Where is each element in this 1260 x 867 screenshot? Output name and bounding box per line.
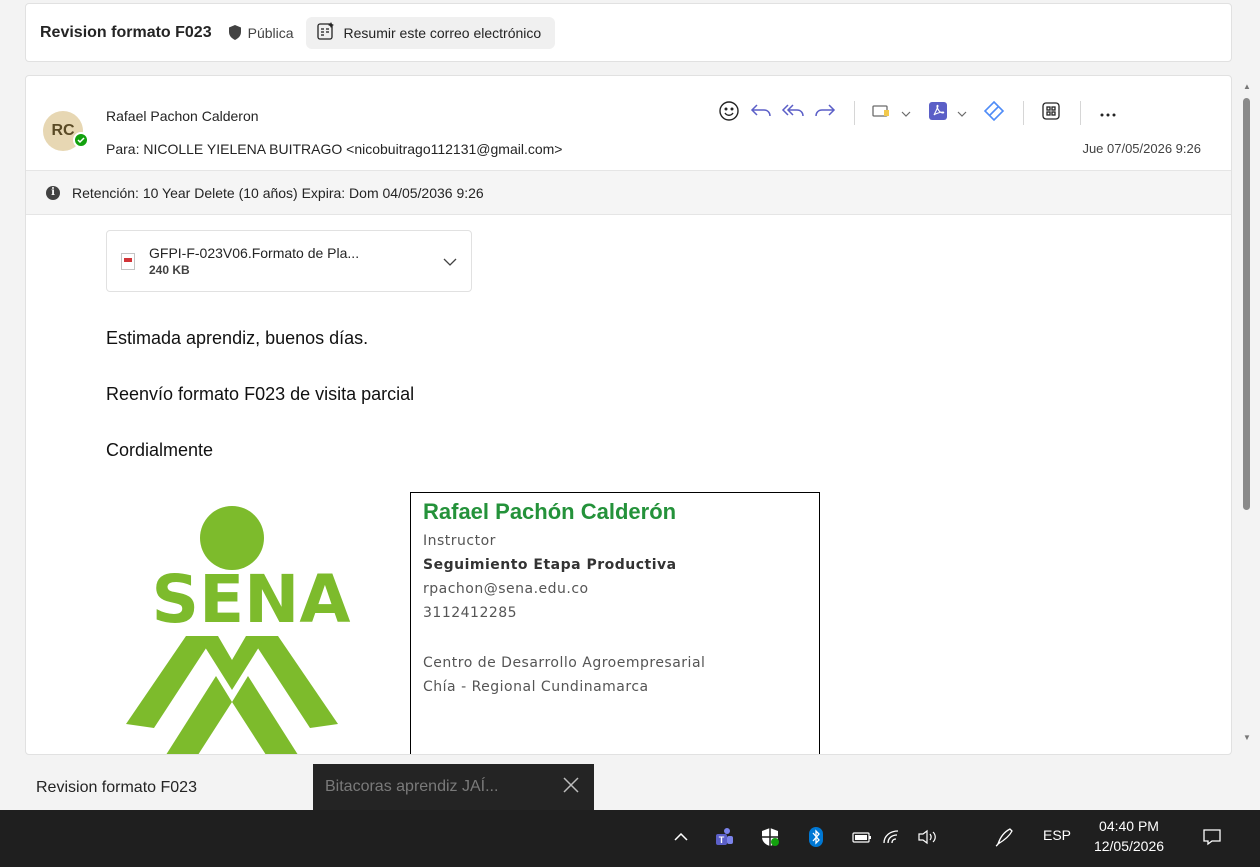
summarize-label: Resumir este correo electrónico xyxy=(343,24,542,41)
signature-region: Chía - Regional Cundinamarca xyxy=(423,679,649,695)
retention-banner: i Retención: 10 Year Delete (10 años) Ex… xyxy=(26,170,1231,215)
summarize-icon xyxy=(316,21,336,44)
presence-available-icon xyxy=(73,132,89,148)
wifi-icon[interactable] xyxy=(880,825,904,849)
reply-all-icon xyxy=(781,102,805,125)
adobe-pdf-button[interactable] xyxy=(923,98,953,128)
recipients-line[interactable]: Para: NICOLLE YIELENA BUITRAGO <nicobuit… xyxy=(106,141,562,157)
scroll-down-icon[interactable]: ▼ xyxy=(1242,733,1252,743)
body-greeting: Estimada aprendiz, buenos días. xyxy=(106,328,369,348)
loop-icon xyxy=(983,100,1005,127)
close-icon[interactable] xyxy=(562,776,580,799)
body-closing: Cordialmente xyxy=(106,440,214,460)
tag-icon xyxy=(872,103,892,124)
chevron-down-icon xyxy=(957,104,967,122)
toolbar-divider xyxy=(854,101,855,125)
clock-time: 04:40 PM xyxy=(1099,818,1159,834)
loop-button[interactable] xyxy=(979,98,1009,128)
forward-icon xyxy=(814,102,836,125)
signature-department: Seguimiento Etapa Productiva xyxy=(423,557,677,573)
notification-icon[interactable] xyxy=(1200,825,1224,849)
reply-icon xyxy=(750,102,772,125)
visibility-label: Pública xyxy=(247,24,294,41)
attachment-name: GFPI-F-023V06.Formato de Pla... xyxy=(149,245,360,261)
reply-all-button[interactable] xyxy=(778,98,808,128)
categorize-dropdown[interactable] xyxy=(899,98,913,128)
scrollbar-thumb[interactable] xyxy=(1243,98,1250,510)
smiley-icon xyxy=(718,100,740,127)
attachment-size: 240 KB xyxy=(149,263,190,277)
ellipsis-icon xyxy=(1099,104,1117,122)
message-date: Jue 07/05/2026 9:26 xyxy=(1082,141,1201,156)
subject-title: Revision formato F023 xyxy=(40,23,212,41)
message-pane: RC Rafael Pachon Calderon Para: NICOLLE … xyxy=(25,75,1232,755)
more-actions-button[interactable] xyxy=(1093,98,1123,128)
adobe-dropdown[interactable] xyxy=(955,98,969,128)
chevron-up-icon[interactable] xyxy=(669,825,693,849)
toolbar-divider xyxy=(1080,101,1081,125)
bluetooth-icon[interactable] xyxy=(804,825,828,849)
language-indicator[interactable]: ESP xyxy=(1043,827,1071,843)
forward-button[interactable] xyxy=(810,98,840,128)
draft-tab-label: Bitacoras aprendiz JAÍ... xyxy=(325,778,499,795)
reply-button[interactable] xyxy=(746,98,776,128)
body-line: Reenvío formato F023 de visita parcial xyxy=(106,384,415,404)
battery-icon[interactable] xyxy=(850,825,874,849)
sender-name[interactable]: Rafael Pachon Calderon xyxy=(106,108,259,124)
windows-taskbar: T ESP 04:40 PM 12/05/2026 xyxy=(0,810,1260,867)
message-actions-toolbar xyxy=(714,98,1125,128)
draft-tab-revision[interactable]: Revision formato F023 xyxy=(36,779,197,797)
teams-icon[interactable]: T xyxy=(712,825,736,849)
toolbar-divider xyxy=(1023,101,1024,125)
info-icon: i xyxy=(46,185,60,200)
pdf-file-icon xyxy=(121,252,135,270)
clock-date: 12/05/2026 xyxy=(1093,838,1165,854)
shield-icon xyxy=(228,25,242,40)
svg-text:T: T xyxy=(719,835,725,845)
summarize-email-button[interactable]: Resumir este correo electrónico xyxy=(305,16,556,49)
sena-logo: SENA xyxy=(106,496,396,754)
clock[interactable]: 04:40 PM 12/05/2026 xyxy=(1093,816,1165,856)
chevron-down-icon xyxy=(901,104,911,122)
signature-role: Instructor xyxy=(423,533,496,549)
retention-text: Retención: 10 Year Delete (10 años) Expi… xyxy=(72,184,484,201)
signature-center: Centro de Desarrollo Agroempresarial xyxy=(423,655,706,671)
subject-bar: Revision formato F023 Pública Resumir es… xyxy=(25,3,1232,62)
speaker-icon[interactable] xyxy=(916,825,940,849)
apps-grid-icon xyxy=(1041,101,1061,126)
categorize-button[interactable] xyxy=(867,98,897,128)
signature-name: Rafael Pachón Calderón xyxy=(423,499,677,524)
draft-tabs-bar: Revision formato F023 Bitacoras aprendiz… xyxy=(0,760,1260,810)
attachment-card[interactable]: GFPI-F-023V06.Formato de Pla... 240 KB xyxy=(106,230,472,292)
react-button[interactable] xyxy=(714,98,744,128)
signature-phone: 3112412285 xyxy=(423,605,518,621)
sena-logo-text: SENA xyxy=(152,561,351,638)
draft-tab-bitacoras[interactable]: Bitacoras aprendiz JAÍ... xyxy=(313,764,594,810)
adobe-acrobat-icon xyxy=(928,101,948,126)
message-header: RC Rafael Pachon Calderon Para: NICOLLE … xyxy=(26,76,1231,170)
signature-email[interactable]: rpachon@sena.edu.co xyxy=(423,581,589,597)
pen-icon[interactable] xyxy=(993,825,1017,849)
security-shield-icon[interactable] xyxy=(758,825,782,849)
scroll-up-icon[interactable]: ▲ xyxy=(1242,82,1252,92)
apps-button[interactable] xyxy=(1036,98,1066,128)
chevron-down-icon[interactable] xyxy=(443,253,457,271)
signature-block: Rafael Pachón Calderón Instructor Seguim… xyxy=(410,492,820,754)
